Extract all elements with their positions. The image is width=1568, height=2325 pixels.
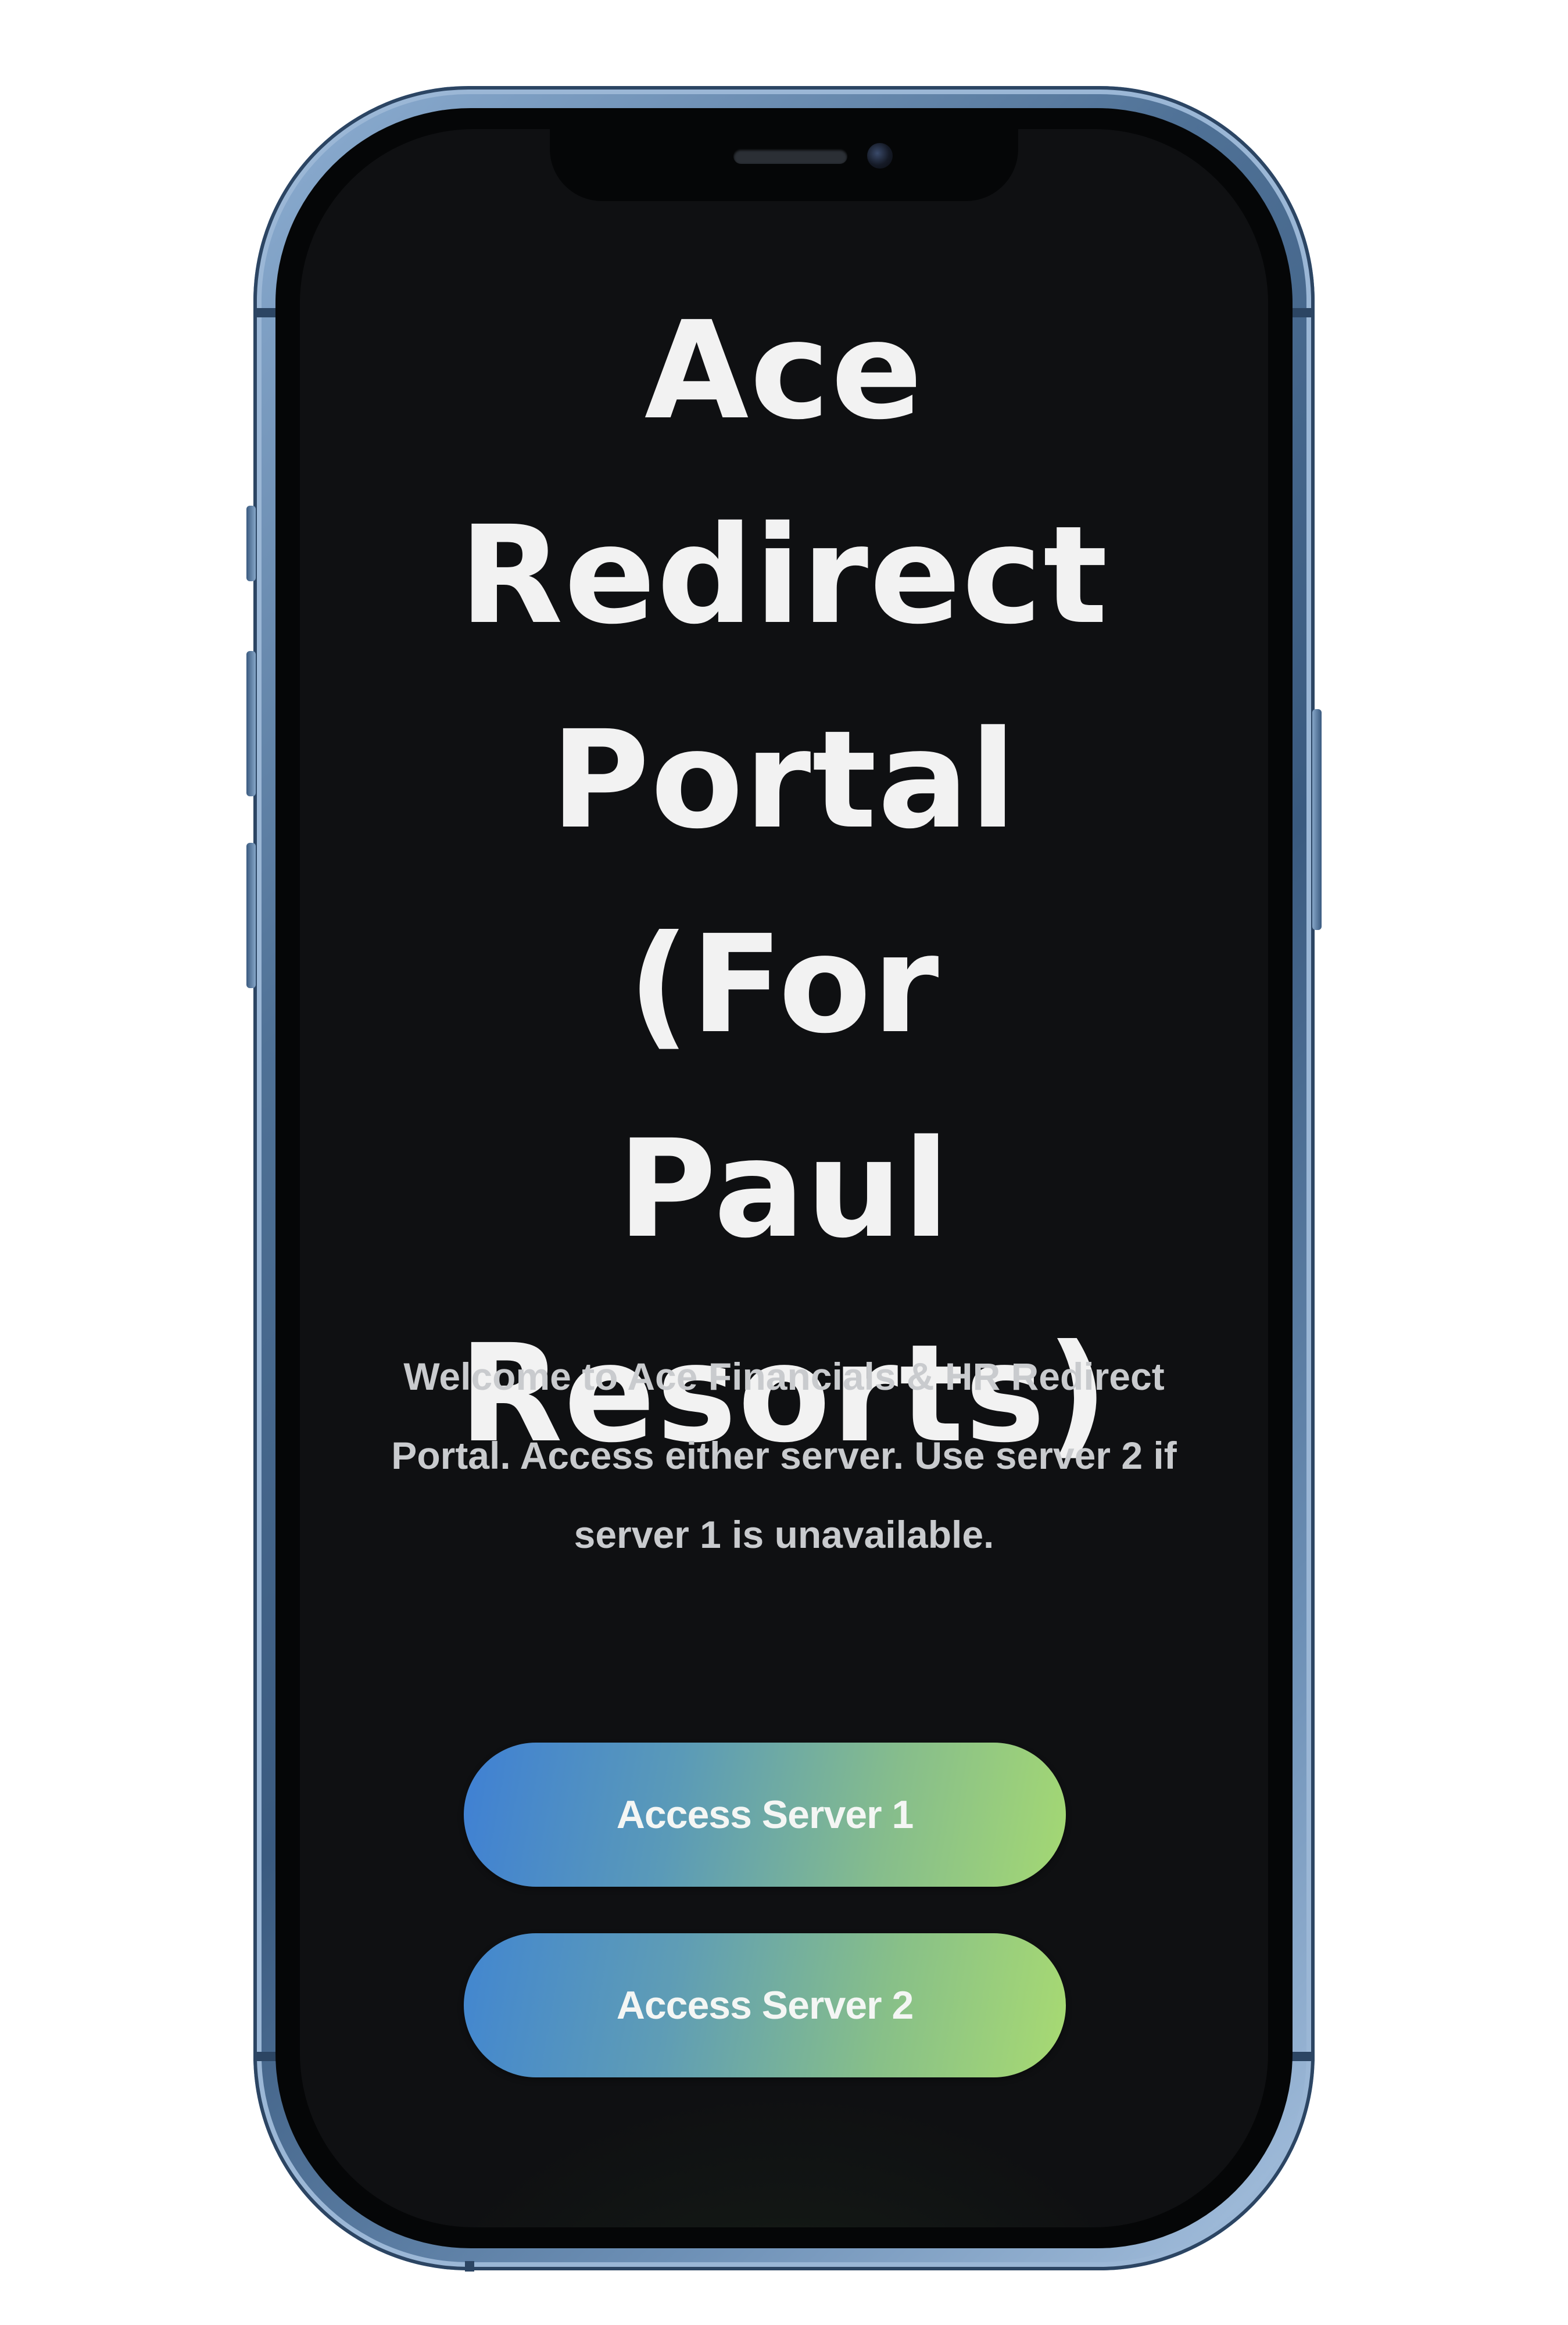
portal-page: Ace Redirect Portal (For Paul Resorts) W… [300, 129, 1268, 2227]
page-description: Welcome to Ace Financials & HR Redirect … [391, 1355, 1177, 1556]
silent-switch [246, 506, 256, 581]
volume-up-button [246, 651, 256, 796]
earpiece-speaker [733, 149, 847, 164]
mockup-stage: Ace Redirect Portal (For Paul Resorts) W… [0, 0, 1568, 2325]
power-button [1312, 709, 1322, 930]
antenna-band [1291, 2052, 1315, 2061]
access-server-2-button[interactable]: Access Server 2 [464, 1933, 1066, 2077]
antenna-band [253, 308, 277, 317]
antenna-band [1291, 308, 1315, 317]
page-title: Ace Redirect Portal (For Paul Resorts) [459, 292, 1109, 1472]
antenna-band [465, 2261, 474, 2272]
access-server-1-button[interactable]: Access Server 1 [464, 1743, 1066, 1887]
volume-down-button [246, 843, 256, 988]
phone-screen: Ace Redirect Portal (For Paul Resorts) W… [300, 129, 1268, 2227]
antenna-band [253, 2052, 277, 2061]
front-camera-icon [867, 143, 893, 169]
